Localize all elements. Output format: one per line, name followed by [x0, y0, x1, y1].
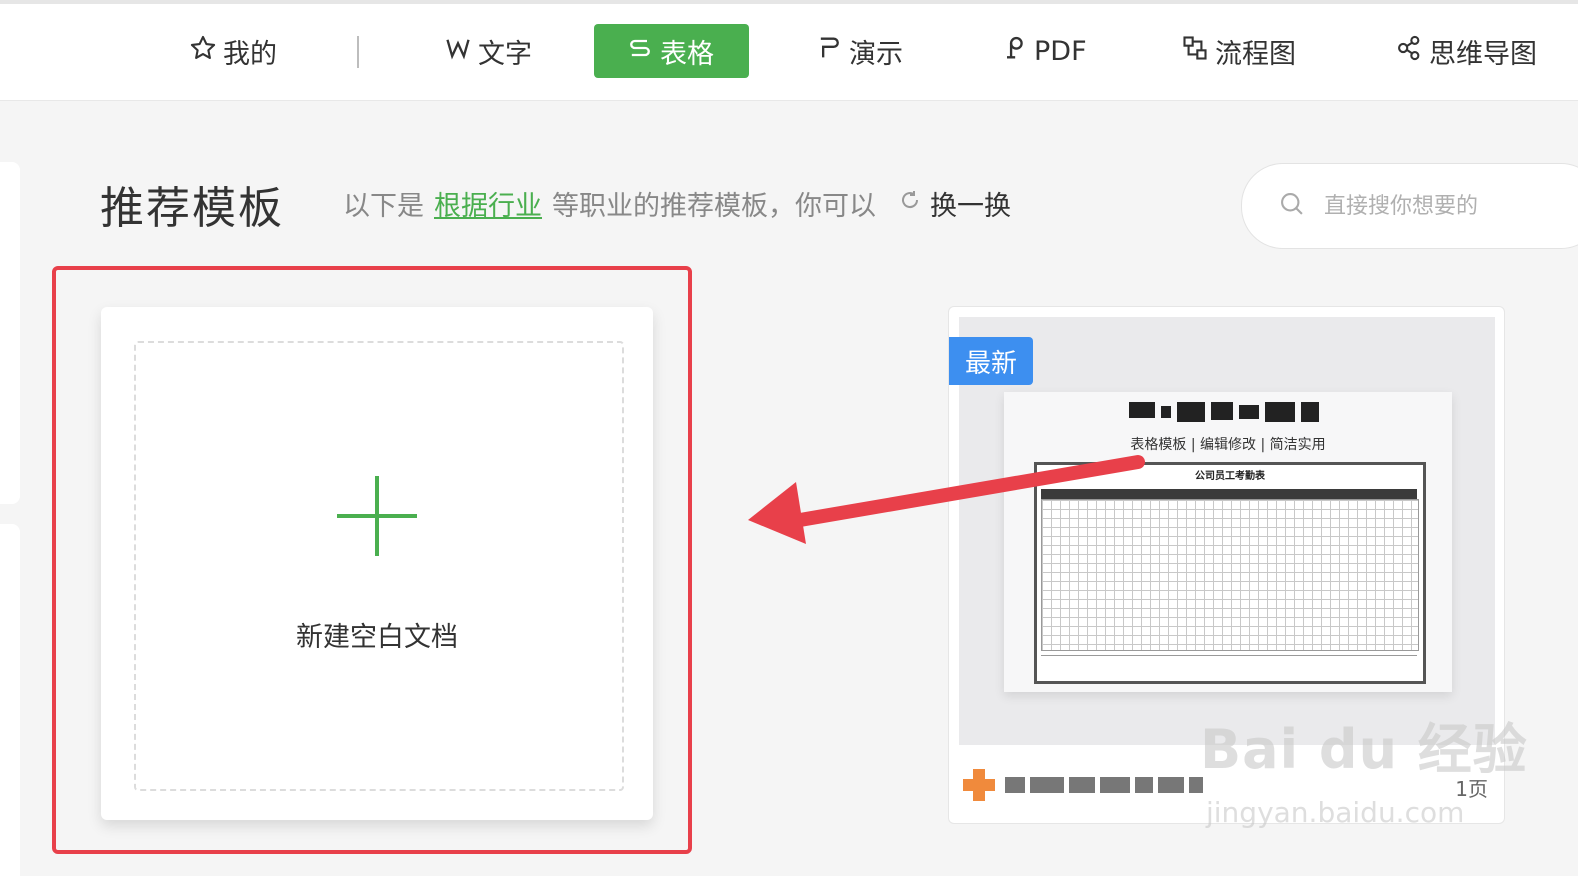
annotation-arrow	[748, 455, 1145, 544]
